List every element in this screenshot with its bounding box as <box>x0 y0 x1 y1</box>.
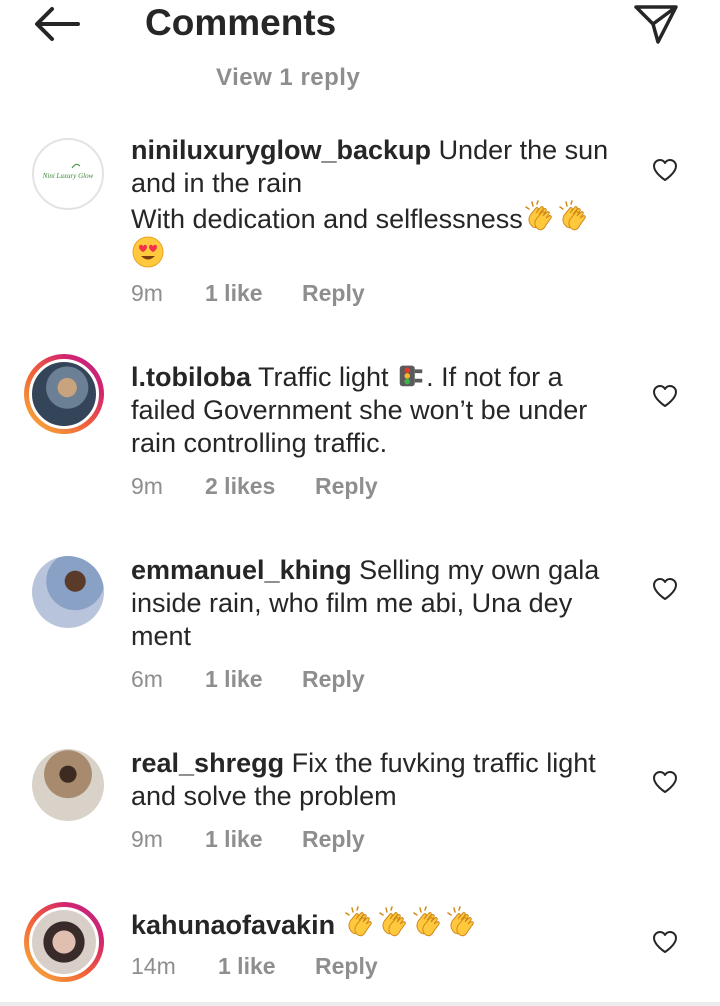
clapping-hands-icon <box>343 906 377 938</box>
comment-meta: 6m 1 like Reply <box>131 666 365 693</box>
comment-text: emmanuel_khing Selling my own gala insid… <box>131 554 631 653</box>
comment-likes[interactable]: 1 like <box>205 826 302 853</box>
clapping-hands-icon <box>377 906 411 938</box>
comment-likes[interactable]: 1 like <box>205 666 302 693</box>
comment-likes[interactable]: 1 like <box>218 953 315 980</box>
comment-username[interactable]: niniluxuryglow_backup <box>131 135 431 165</box>
comment-body: With dedication and selflessness <box>131 204 523 234</box>
avatar[interactable] <box>32 556 104 628</box>
divider <box>0 1002 720 1006</box>
arrow-left-icon[interactable] <box>30 4 82 44</box>
page-title: Comments <box>145 2 337 43</box>
header-bar: Comments <box>0 0 720 52</box>
heart-icon[interactable] <box>652 930 678 954</box>
reply-button[interactable]: Reply <box>302 666 365 693</box>
comment-likes[interactable]: 1 like <box>205 280 302 307</box>
comment-text: niniluxuryglow_backup Under the sun and … <box>131 134 631 272</box>
clapping-hands-icon <box>523 200 557 232</box>
avatar[interactable] <box>24 902 104 982</box>
comment-username[interactable]: kahunaofavakin <box>131 910 335 940</box>
comment-time: 6m <box>131 666 163 692</box>
traffic-light-icon <box>396 360 426 390</box>
reply-button[interactable]: Reply <box>302 826 365 853</box>
view-replies-link[interactable]: View 1 reply <box>216 64 360 92</box>
brand-logo: Nini Luxury Glow <box>42 163 94 180</box>
comment-username[interactable]: real_shregg <box>131 748 284 778</box>
avatar-image <box>32 556 104 628</box>
heart-icon[interactable] <box>652 384 678 408</box>
avatar-image <box>29 907 99 977</box>
comment-meta: 9m 2 likes Reply <box>131 473 378 500</box>
comment-meta: 14m 1 like Reply <box>131 953 378 980</box>
avatar-image <box>29 359 99 429</box>
comment-text: l.tobiloba Traffic light . If not for a … <box>131 360 631 460</box>
heart-icon[interactable] <box>652 770 678 794</box>
reply-button[interactable]: Reply <box>315 473 378 500</box>
clapping-hands-icon <box>411 906 445 938</box>
comment-time: 9m <box>131 826 163 852</box>
avatar-image: Nini Luxury Glow <box>38 144 98 204</box>
paper-plane-icon[interactable] <box>630 2 682 46</box>
comment-text: kahunaofavakin <box>131 906 631 942</box>
comment-likes[interactable]: 2 likes <box>205 473 315 500</box>
reply-button[interactable]: Reply <box>302 280 365 307</box>
heart-icon[interactable] <box>652 577 678 601</box>
avatar[interactable]: Nini Luxury Glow <box>32 138 104 210</box>
heart-icon[interactable] <box>652 158 678 182</box>
comment-meta: 9m 1 like Reply <box>131 280 365 307</box>
avatar[interactable] <box>32 749 104 821</box>
brand-logo-text: Nini Luxury Glow <box>42 172 94 180</box>
comment-time: 14m <box>131 953 176 979</box>
heart-eyes-icon <box>131 236 165 268</box>
clapping-hands-icon <box>445 906 479 938</box>
comment-username[interactable]: emmanuel_khing <box>131 555 352 585</box>
avatar[interactable] <box>24 354 104 434</box>
comment-body: Traffic light <box>258 362 389 392</box>
comment-text: real_shregg Fix the fuvking traffic ligh… <box>131 747 631 813</box>
comment-meta: 9m 1 like Reply <box>131 826 365 853</box>
comment-time: 9m <box>131 280 163 306</box>
avatar-image <box>32 749 104 821</box>
clapping-hands-icon <box>557 200 591 232</box>
comment-username[interactable]: l.tobiloba <box>131 362 251 392</box>
reply-button[interactable]: Reply <box>315 953 378 980</box>
comment-time: 9m <box>131 473 163 499</box>
